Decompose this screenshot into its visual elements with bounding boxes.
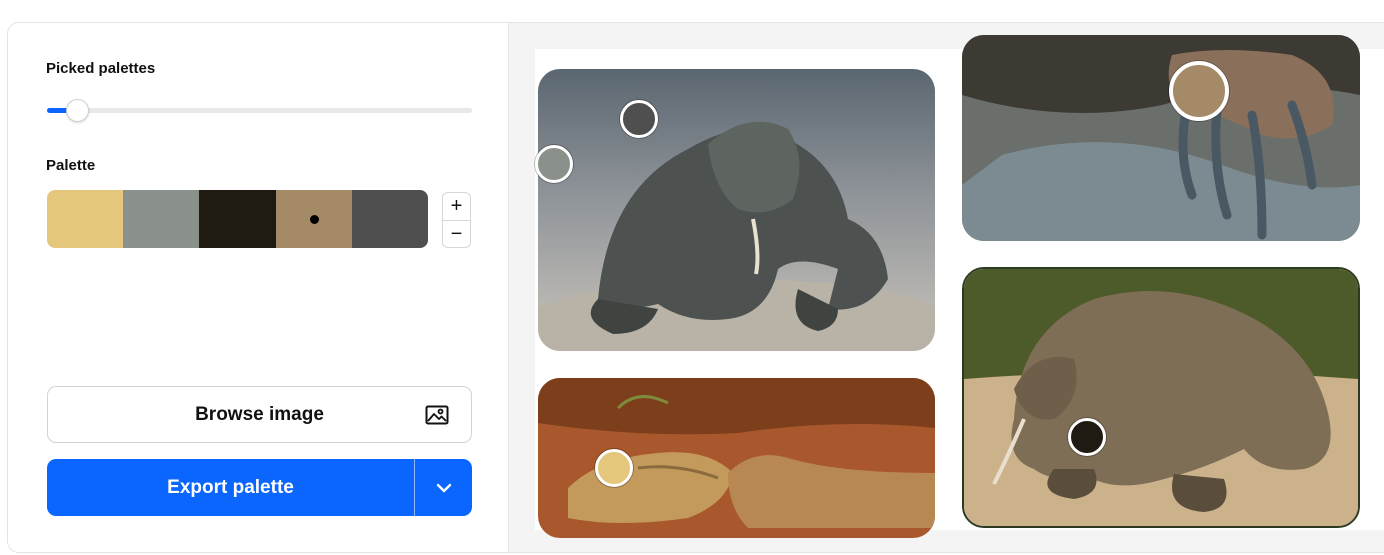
export-palette-split-button: Export palette <box>47 459 472 516</box>
image-canvas <box>535 35 1384 538</box>
palette-label: Palette <box>46 157 96 174</box>
browse-image-button[interactable]: Browse image <box>47 386 472 443</box>
browse-image-label: Browse image <box>195 403 324 425</box>
chevron-down-icon <box>436 483 451 492</box>
komodo-photo-2 <box>962 35 1360 241</box>
export-options-button[interactable] <box>415 459 472 516</box>
picked-palettes-label: Picked palettes <box>46 60 156 77</box>
palette-swatch[interactable] <box>199 190 276 248</box>
palette-swatch[interactable] <box>351 190 428 248</box>
palette-tool-card: Picked palettes Palette + − Browse image… <box>7 22 1384 553</box>
export-palette-button[interactable]: Export palette <box>47 459 414 516</box>
image-preview-panel <box>508 23 1384 552</box>
palette-swatch[interactable] <box>47 190 124 248</box>
color-picker-handle-active[interactable] <box>1169 61 1229 121</box>
decrease-button[interactable]: − <box>443 219 470 248</box>
selected-swatch-indicator <box>309 215 319 224</box>
palette-count-stepper: + − <box>442 192 471 248</box>
palette-swatch[interactable] <box>123 190 200 248</box>
color-picker-handle[interactable] <box>620 100 658 138</box>
increase-button[interactable]: + <box>443 193 470 220</box>
controls-panel: Picked palettes Palette + − Browse image… <box>8 23 508 552</box>
color-picker-handle[interactable] <box>1068 418 1106 456</box>
palette-swatch[interactable] <box>275 190 352 248</box>
picked-palettes-slider[interactable] <box>47 99 472 122</box>
komodo-photo-4 <box>962 267 1360 528</box>
color-picker-handle[interactable] <box>535 145 573 183</box>
slider-thumb[interactable] <box>66 99 89 122</box>
color-picker-handle[interactable] <box>595 449 633 487</box>
komodo-photo-1 <box>538 69 935 351</box>
image-icon <box>425 405 449 425</box>
palette-swatches <box>47 190 428 248</box>
